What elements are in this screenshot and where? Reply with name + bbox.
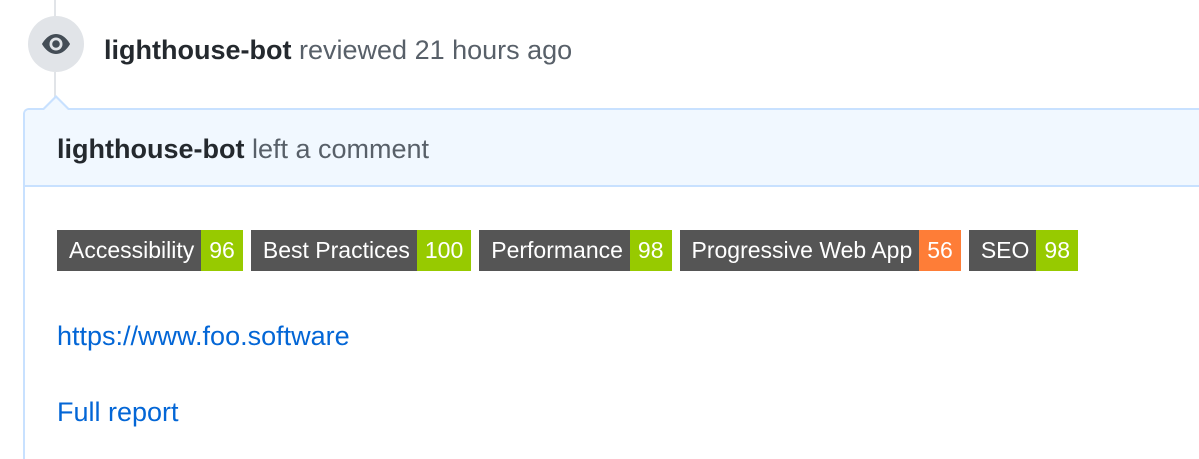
badge-label: Performance bbox=[479, 230, 630, 271]
review-action: reviewed bbox=[298, 35, 408, 65]
badge-performance: Performance 98 bbox=[479, 230, 672, 271]
comment-caret-fill bbox=[44, 98, 68, 110]
badge-score: 98 bbox=[1036, 230, 1079, 271]
review-author-link[interactable]: lighthouse-bot bbox=[104, 35, 291, 65]
site-url-link[interactable]: https://www.foo.software bbox=[57, 319, 350, 353]
badge-label: Progressive Web App bbox=[679, 230, 920, 271]
comment-box: lighthouse-bot left a comment Accessibil… bbox=[23, 108, 1199, 459]
badge-label: Accessibility bbox=[57, 230, 202, 271]
badge-score: 96 bbox=[201, 230, 243, 271]
eye-icon bbox=[42, 34, 70, 54]
badge-label: Best Practices bbox=[250, 230, 417, 271]
badge-label: SEO bbox=[968, 230, 1037, 271]
comment-action: left a comment bbox=[251, 134, 430, 164]
review-badge bbox=[28, 16, 84, 72]
comment-author-link[interactable]: lighthouse-bot bbox=[57, 134, 244, 164]
badge-score: 56 bbox=[919, 230, 961, 271]
badge-score: 98 bbox=[629, 230, 672, 271]
full-report-link[interactable]: Full report bbox=[57, 395, 179, 429]
comment-header: lighthouse-bot left a comment bbox=[25, 110, 1199, 187]
badge-best-practices: Best Practices 100 bbox=[250, 230, 472, 271]
badge-accessibility: Accessibility 96 bbox=[57, 230, 243, 271]
lighthouse-badges: Accessibility 96 Best Practices 100 Perf… bbox=[57, 230, 1079, 271]
badge-score: 100 bbox=[416, 230, 472, 271]
comment-header-text: lighthouse-bot left a comment bbox=[57, 132, 429, 166]
timeline-review-item: lighthouse-bot reviewed 21 hours ago lig… bbox=[0, 0, 1199, 459]
review-header: lighthouse-bot reviewed 21 hours ago bbox=[104, 33, 572, 67]
badge-progressive-web-app: Progressive Web App 56 bbox=[679, 230, 961, 271]
review-timestamp[interactable]: 21 hours ago bbox=[415, 35, 573, 65]
badge-seo: SEO 98 bbox=[968, 230, 1079, 271]
